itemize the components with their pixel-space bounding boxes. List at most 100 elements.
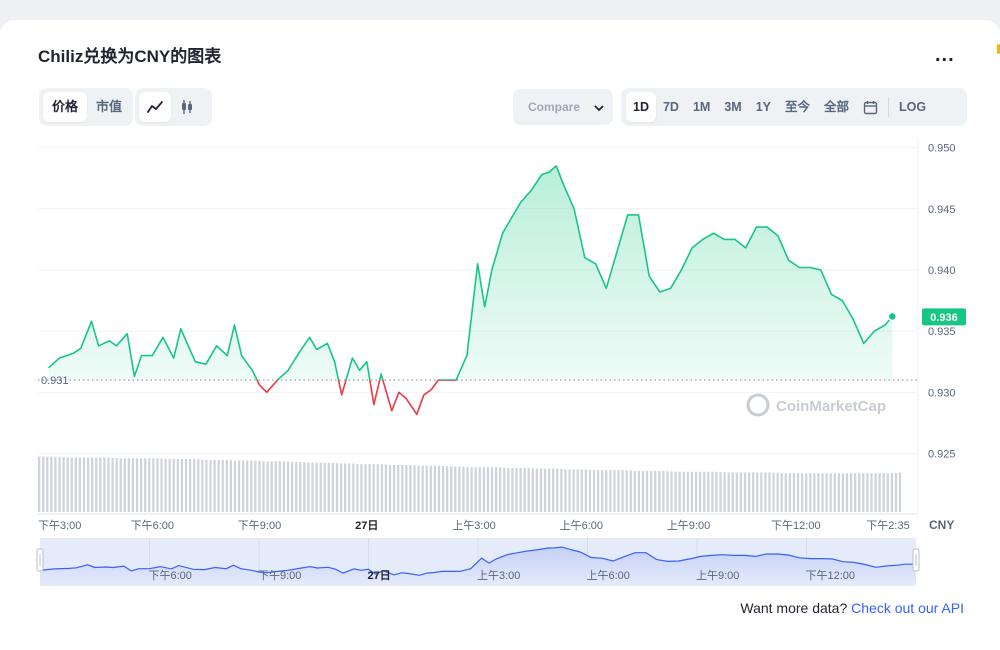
volume-bar (454, 466, 457, 512)
volume-bar (849, 473, 853, 512)
price-point (842, 300, 843, 301)
volume-bar (119, 458, 122, 512)
volume-bar (556, 468, 559, 512)
volume-bar (376, 464, 379, 512)
volume-bar (197, 459, 200, 512)
price-point (381, 374, 382, 375)
volume-bar (548, 468, 551, 512)
volume-bar (866, 473, 869, 512)
price-point (885, 325, 886, 326)
volume-bar (650, 470, 653, 512)
price-point (91, 321, 92, 322)
price-point (556, 165, 557, 166)
price-point (406, 398, 407, 399)
price-point (606, 288, 607, 289)
volume-bar (295, 461, 298, 512)
price-point (745, 247, 746, 248)
price-point (531, 190, 532, 191)
price-point (563, 184, 564, 185)
volume-bar (613, 470, 616, 512)
volume-bar (621, 470, 624, 512)
price-point (327, 343, 328, 344)
x-tick-label: 下午3:00 (38, 519, 81, 532)
volume-bar (441, 465, 445, 512)
price-point (205, 364, 206, 365)
volume-bar (735, 472, 738, 512)
volume-bar (91, 457, 94, 512)
volume-bar (837, 473, 840, 512)
volume-bar (107, 457, 110, 512)
volume-bar (315, 462, 318, 512)
volume-bar (474, 467, 477, 512)
api-link[interactable]: Check out our API (851, 600, 964, 616)
volume-bar (50, 456, 53, 512)
volume-bar (764, 472, 767, 512)
price-point (777, 235, 778, 236)
volume-bar (168, 458, 171, 512)
volume-bar (470, 467, 473, 512)
volume-bar (82, 457, 86, 512)
volume-bar (829, 473, 832, 512)
price-point (735, 239, 736, 240)
navigator-tick-label: 上午6:00 (587, 569, 630, 582)
price-point (266, 392, 267, 393)
volume-bar (123, 458, 126, 512)
price-point (431, 389, 432, 390)
volume-bar (674, 471, 677, 512)
volume-bar (270, 461, 273, 512)
volume-bar (299, 461, 302, 512)
volume-bar (890, 473, 893, 512)
price-point (109, 340, 110, 341)
price-point (853, 318, 854, 319)
volume-bar (617, 470, 620, 512)
volume-bar (870, 473, 873, 512)
volume-bar (323, 462, 326, 512)
volume-bar (78, 457, 82, 512)
y-tick-label: 0.950 (928, 143, 956, 155)
price-point (767, 227, 768, 228)
y-tick-label: 0.930 (928, 387, 956, 399)
volume-bar (690, 471, 694, 512)
volume-bar (882, 473, 885, 512)
volume-bar (446, 466, 449, 512)
volume-bar (580, 469, 583, 512)
price-point (874, 331, 875, 332)
price-point (810, 267, 811, 268)
volume-bar (115, 458, 118, 512)
volume-bar (164, 458, 167, 512)
price-point (316, 349, 317, 350)
range-navigator[interactable]: 下午6:00 下午9:00 27日 上午3:00 上午6:00 上午9:00 下午12:00 (36, 538, 920, 586)
volume-bar (858, 473, 861, 512)
volume-bar (527, 467, 530, 512)
volume-bar (46, 456, 49, 512)
volume-bar (878, 473, 881, 512)
volume-bar (486, 467, 490, 512)
volume-bar (266, 461, 269, 512)
volume-bar (784, 473, 787, 512)
volume-bar (205, 459, 208, 512)
price-point (863, 343, 864, 344)
volume-bar (898, 472, 902, 512)
volume-bar (421, 465, 424, 512)
volume-bar (833, 473, 836, 512)
volume-bar (311, 462, 314, 512)
volume-bar (572, 469, 575, 512)
volume-bar (682, 471, 685, 512)
price-point (799, 267, 800, 268)
price-point (252, 370, 253, 371)
volume-bar (388, 464, 392, 512)
volume-bars (38, 456, 902, 512)
volume-bar (503, 467, 506, 512)
volume-bar (176, 458, 179, 512)
watermark-text: CoinMarketCap (776, 398, 886, 415)
volume-bar (535, 468, 539, 512)
volume-bar (417, 465, 420, 512)
volume-bar (658, 470, 661, 512)
volume-bar (841, 473, 845, 512)
volume-bar (262, 461, 265, 512)
volume-bar (560, 468, 563, 512)
price-point (173, 358, 174, 359)
volume-bar (776, 472, 779, 512)
price-chart[interactable]: CoinMarketCap 0.931 0.925 0.930 0.935 0.940… (0, 0, 1000, 650)
y-tick-label: 0.935 (928, 326, 956, 338)
